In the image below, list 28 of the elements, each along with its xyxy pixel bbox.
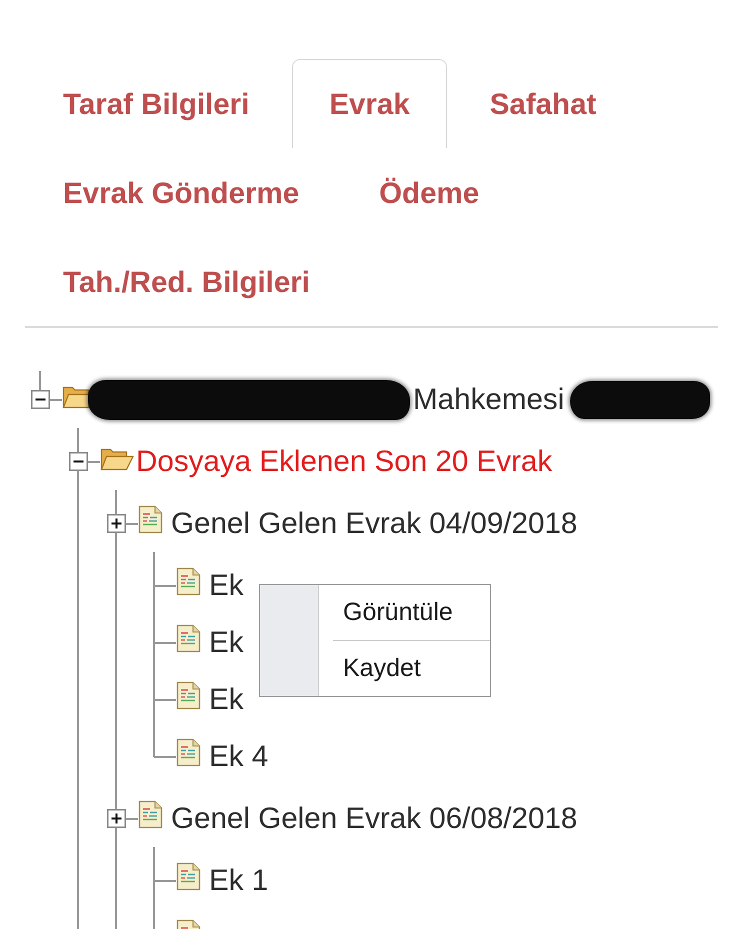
collapse-toggle[interactable] [68, 452, 88, 471]
expand-toggle[interactable] [106, 809, 126, 828]
expand-toggle[interactable] [106, 514, 126, 533]
collapse-toggle[interactable] [30, 390, 50, 409]
tree-item[interactable]: Dosyaya Eklenen Son 20 Evrak [136, 444, 552, 480]
tab[interactable]: Taraf Bilgileri [26, 59, 286, 148]
document-icon [176, 624, 201, 653]
document-icon [176, 681, 201, 710]
tab[interactable]: Ödeme [342, 148, 516, 237]
document-icon [176, 738, 201, 767]
tab[interactable]: Tah./Red. Bilgileri [26, 237, 347, 326]
tree-item[interactable]: Ek [209, 682, 244, 718]
tree-item[interactable]: Ek 1 [209, 862, 268, 898]
tab[interactable]: Safahat [452, 59, 634, 148]
document-icon [176, 567, 201, 596]
tab[interactable]: Evrak [292, 59, 447, 148]
tree-item[interactable]: Genel Gelen Evrak 06/08/2018 [171, 800, 578, 836]
menu-item[interactable]: Kaydet [319, 641, 490, 696]
document-icon [138, 505, 163, 534]
tree-item[interactable]: Ek [209, 624, 244, 660]
tree-item[interactable]: Ek 4 [209, 738, 268, 774]
menu-item[interactable]: Görüntüle [319, 585, 490, 640]
tree-item[interactable]: Genel Gelen Evrak 04/09/2018 [171, 506, 578, 542]
tree-item[interactable]: Ek [209, 568, 244, 604]
document-icon [138, 800, 163, 829]
tab[interactable]: Evrak Gönderme [26, 148, 336, 237]
document-icon [176, 862, 201, 891]
tree-item[interactable]: Mahkemesi [413, 382, 564, 418]
